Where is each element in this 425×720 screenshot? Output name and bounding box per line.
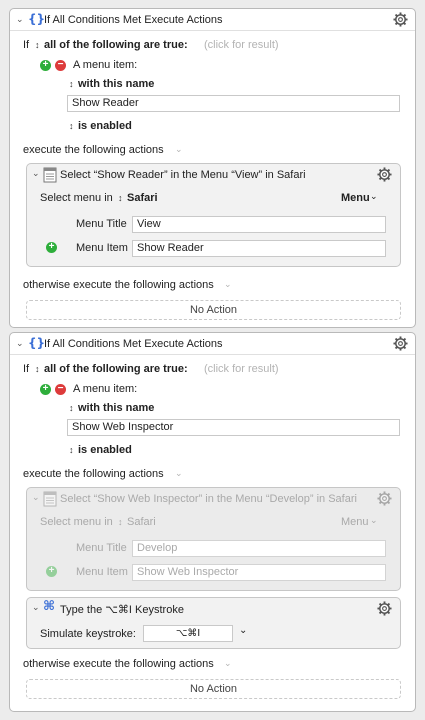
match-mode-popup[interactable]: with this name	[78, 78, 154, 90]
result-hint[interactable]: (click for result)	[204, 39, 279, 51]
menu-item-field[interactable]: Show Web Inspector	[132, 564, 386, 581]
disclosure-chevron-icon[interactable]: ⌄	[32, 492, 40, 503]
menu-dropdown[interactable]: Menu	[341, 516, 369, 528]
remove-condition-icon[interactable]: −	[55, 59, 66, 71]
menu-title-field[interactable]: Develop	[132, 540, 386, 557]
action-title: Select “Show Web Inspector” in the Menu …	[60, 493, 357, 505]
add-menu-item-icon[interactable]: +	[46, 241, 57, 253]
chevron-down-icon[interactable]: ⌄	[370, 191, 378, 202]
disclosure-chevron-icon[interactable]: ⌄	[32, 168, 40, 179]
select-menu-in-label: Select menu in	[40, 192, 113, 204]
keystroke-action[interactable]: ⌄ ⌘ Type the ⌥⌘I Keystroke Simulate keys…	[26, 597, 401, 649]
chevron-down-icon[interactable]: ⌄	[224, 279, 232, 290]
menu-item-name-field[interactable]: Show Web Inspector	[67, 419, 400, 436]
menu-item-field[interactable]: Show Reader	[132, 240, 386, 257]
condition-type-label: A menu item:	[73, 383, 138, 395]
gear-icon[interactable]	[377, 167, 392, 182]
menu-title-label: Menu Title	[76, 542, 127, 554]
gear-icon[interactable]	[393, 12, 408, 27]
state-popup[interactable]: is enabled	[78, 444, 132, 456]
add-condition-icon[interactable]: +	[40, 59, 51, 71]
menu-item-label: Menu Item	[76, 242, 128, 254]
up-down-icon[interactable]: ↕	[35, 364, 40, 374]
menu-title-field[interactable]: View	[132, 216, 386, 233]
if-block-title: If All Conditions Met Execute Actions	[44, 338, 223, 350]
execute-label: execute the following actions	[23, 468, 164, 480]
menu-action-icon	[43, 167, 57, 183]
command-key-icon: ⌘	[43, 599, 56, 614]
up-down-icon[interactable]: ↕	[69, 403, 74, 413]
chevron-down-icon[interactable]: ⌄	[239, 625, 247, 636]
menu-action-icon	[43, 491, 57, 507]
result-hint[interactable]: (click for result)	[204, 363, 279, 375]
gear-icon[interactable]	[393, 336, 408, 351]
state-popup[interactable]: is enabled	[78, 120, 132, 132]
match-mode-popup[interactable]: with this name	[78, 402, 154, 414]
if-block-2: ⌄ {} If All Conditions Met Execute Actio…	[9, 332, 416, 712]
disclosure-chevron-icon[interactable]: ⌄	[16, 14, 24, 25]
no-action-placeholder[interactable]: No Action	[26, 300, 401, 320]
up-down-icon[interactable]: ↕	[69, 121, 74, 131]
disclosure-chevron-icon[interactable]: ⌄	[32, 602, 40, 613]
menu-item-name-field[interactable]: Show Reader	[67, 95, 400, 112]
chevron-down-icon[interactable]: ⌄	[175, 468, 183, 479]
keystroke-title: Type the ⌥⌘I Keystroke	[60, 604, 184, 616]
up-down-icon[interactable]: ↕	[35, 40, 40, 50]
disclosure-chevron-icon[interactable]: ⌄	[16, 338, 24, 349]
select-menu-in-label: Select menu in	[40, 516, 113, 528]
up-down-icon[interactable]: ↕	[69, 79, 74, 89]
braces-icon: {}	[28, 336, 46, 350]
otherwise-label: otherwise execute the following actions	[23, 279, 214, 291]
select-menu-action[interactable]: ⌄ Select “Show Reader” in the Menu “View…	[26, 163, 401, 267]
no-action-placeholder[interactable]: No Action	[26, 679, 401, 699]
simulate-keystroke-label: Simulate keystroke:	[40, 628, 136, 640]
if-block-1: ⌄ {} If All Conditions Met Execute Actio…	[9, 8, 416, 328]
up-down-icon[interactable]: ↕	[118, 193, 123, 203]
braces-icon: {}	[28, 12, 46, 26]
otherwise-label: otherwise execute the following actions	[23, 658, 214, 670]
if-block-title: If All Conditions Met Execute Actions	[44, 14, 223, 26]
menu-item-label: Menu Item	[76, 566, 128, 578]
gear-icon[interactable]	[377, 491, 392, 506]
chevron-down-icon[interactable]: ⌄	[175, 144, 183, 155]
remove-condition-icon[interactable]: −	[55, 383, 66, 395]
menu-dropdown[interactable]: Menu	[341, 192, 370, 204]
condition-type-label: A menu item:	[73, 59, 138, 71]
condition-quantifier[interactable]: all of the following are true:	[44, 363, 188, 375]
if-block-header[interactable]: ⌄ {} If All Conditions Met Execute Actio…	[10, 333, 415, 355]
add-menu-item-icon[interactable]: +	[46, 565, 57, 577]
condition-prefix: If	[23, 363, 30, 375]
chevron-down-icon[interactable]: ⌄	[370, 515, 378, 526]
menu-title-label: Menu Title	[76, 218, 127, 230]
condition-prefix: If	[23, 39, 30, 51]
application-popup[interactable]: Safari	[127, 192, 158, 204]
chevron-down-icon[interactable]: ⌄	[224, 658, 232, 669]
up-down-icon[interactable]: ↕	[69, 445, 74, 455]
select-menu-action-disabled[interactable]: ⌄ Select “Show Web Inspector” in the Men…	[26, 487, 401, 591]
keystroke-field[interactable]: ⌥⌘I	[143, 625, 233, 642]
if-block-header[interactable]: ⌄ {} If All Conditions Met Execute Actio…	[10, 9, 415, 31]
up-down-icon[interactable]: ↕	[118, 517, 123, 527]
action-title: Select “Show Reader” in the Menu “View” …	[60, 169, 306, 181]
condition-quantifier[interactable]: all of the following are true:	[44, 39, 188, 51]
gear-icon[interactable]	[377, 601, 392, 616]
add-condition-icon[interactable]: +	[40, 383, 51, 395]
execute-label: execute the following actions	[23, 144, 164, 156]
application-popup[interactable]: Safari	[127, 516, 156, 528]
